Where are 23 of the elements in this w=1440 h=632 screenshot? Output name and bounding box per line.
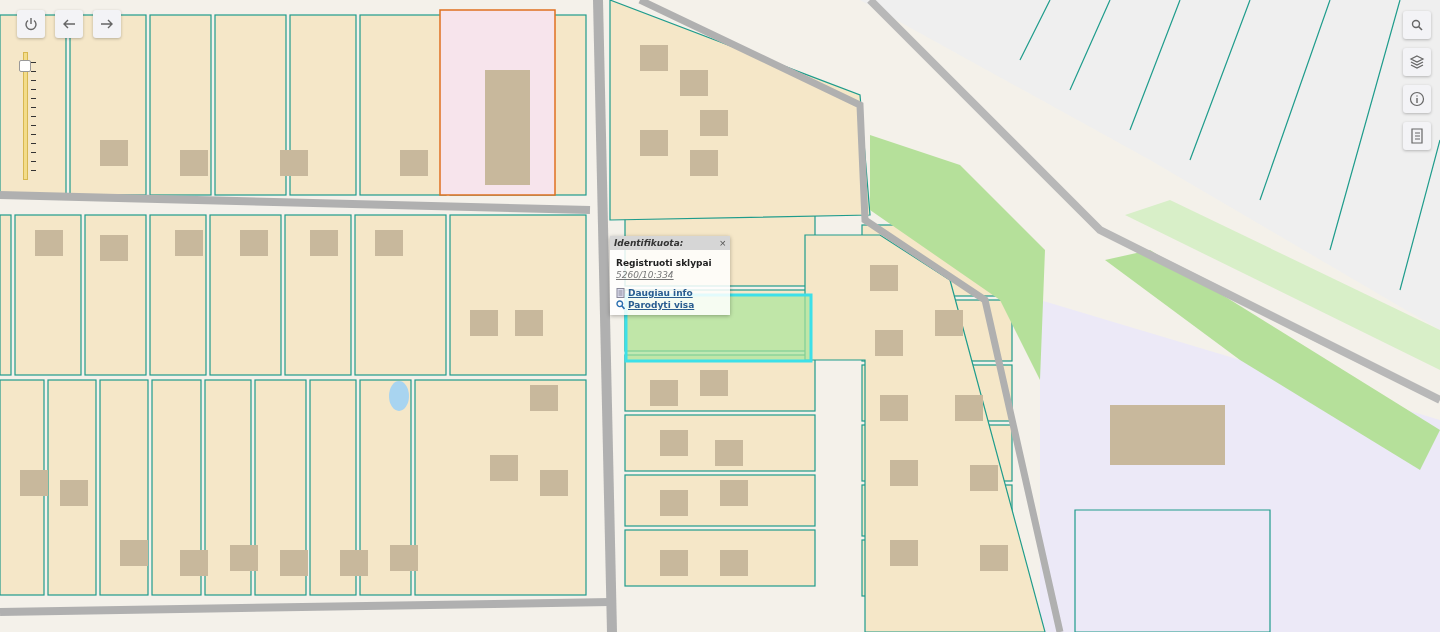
parcel-id-link[interactable]: 5260/10:334 <box>616 270 724 280</box>
legend-button[interactable] <box>1403 122 1431 150</box>
info-icon <box>1409 91 1425 107</box>
search-icon <box>616 300 625 310</box>
layer-name: Registruoti sklypai <box>616 258 713 268</box>
document-icon <box>616 288 625 298</box>
forward-arrow-icon <box>100 18 114 30</box>
search-button[interactable] <box>1403 11 1431 39</box>
popup-link[interactable]: Daugiau info <box>628 288 693 298</box>
power-icon <box>24 17 38 31</box>
layers-icon <box>1409 54 1425 70</box>
document-icon <box>1409 127 1425 145</box>
back-arrow-icon <box>62 18 76 30</box>
info-button[interactable] <box>1403 85 1431 113</box>
search-icon <box>1411 19 1423 31</box>
zoom-slider-thumb[interactable] <box>19 60 31 72</box>
close-button[interactable]: × <box>719 237 726 249</box>
layers-button[interactable] <box>1403 48 1431 76</box>
power-button[interactable] <box>17 10 45 38</box>
forward-button[interactable] <box>93 10 121 38</box>
popup-title: Identifikuota: <box>614 238 684 248</box>
popup-link[interactable]: Parodyti visa <box>628 300 695 310</box>
back-button[interactable] <box>55 10 83 38</box>
